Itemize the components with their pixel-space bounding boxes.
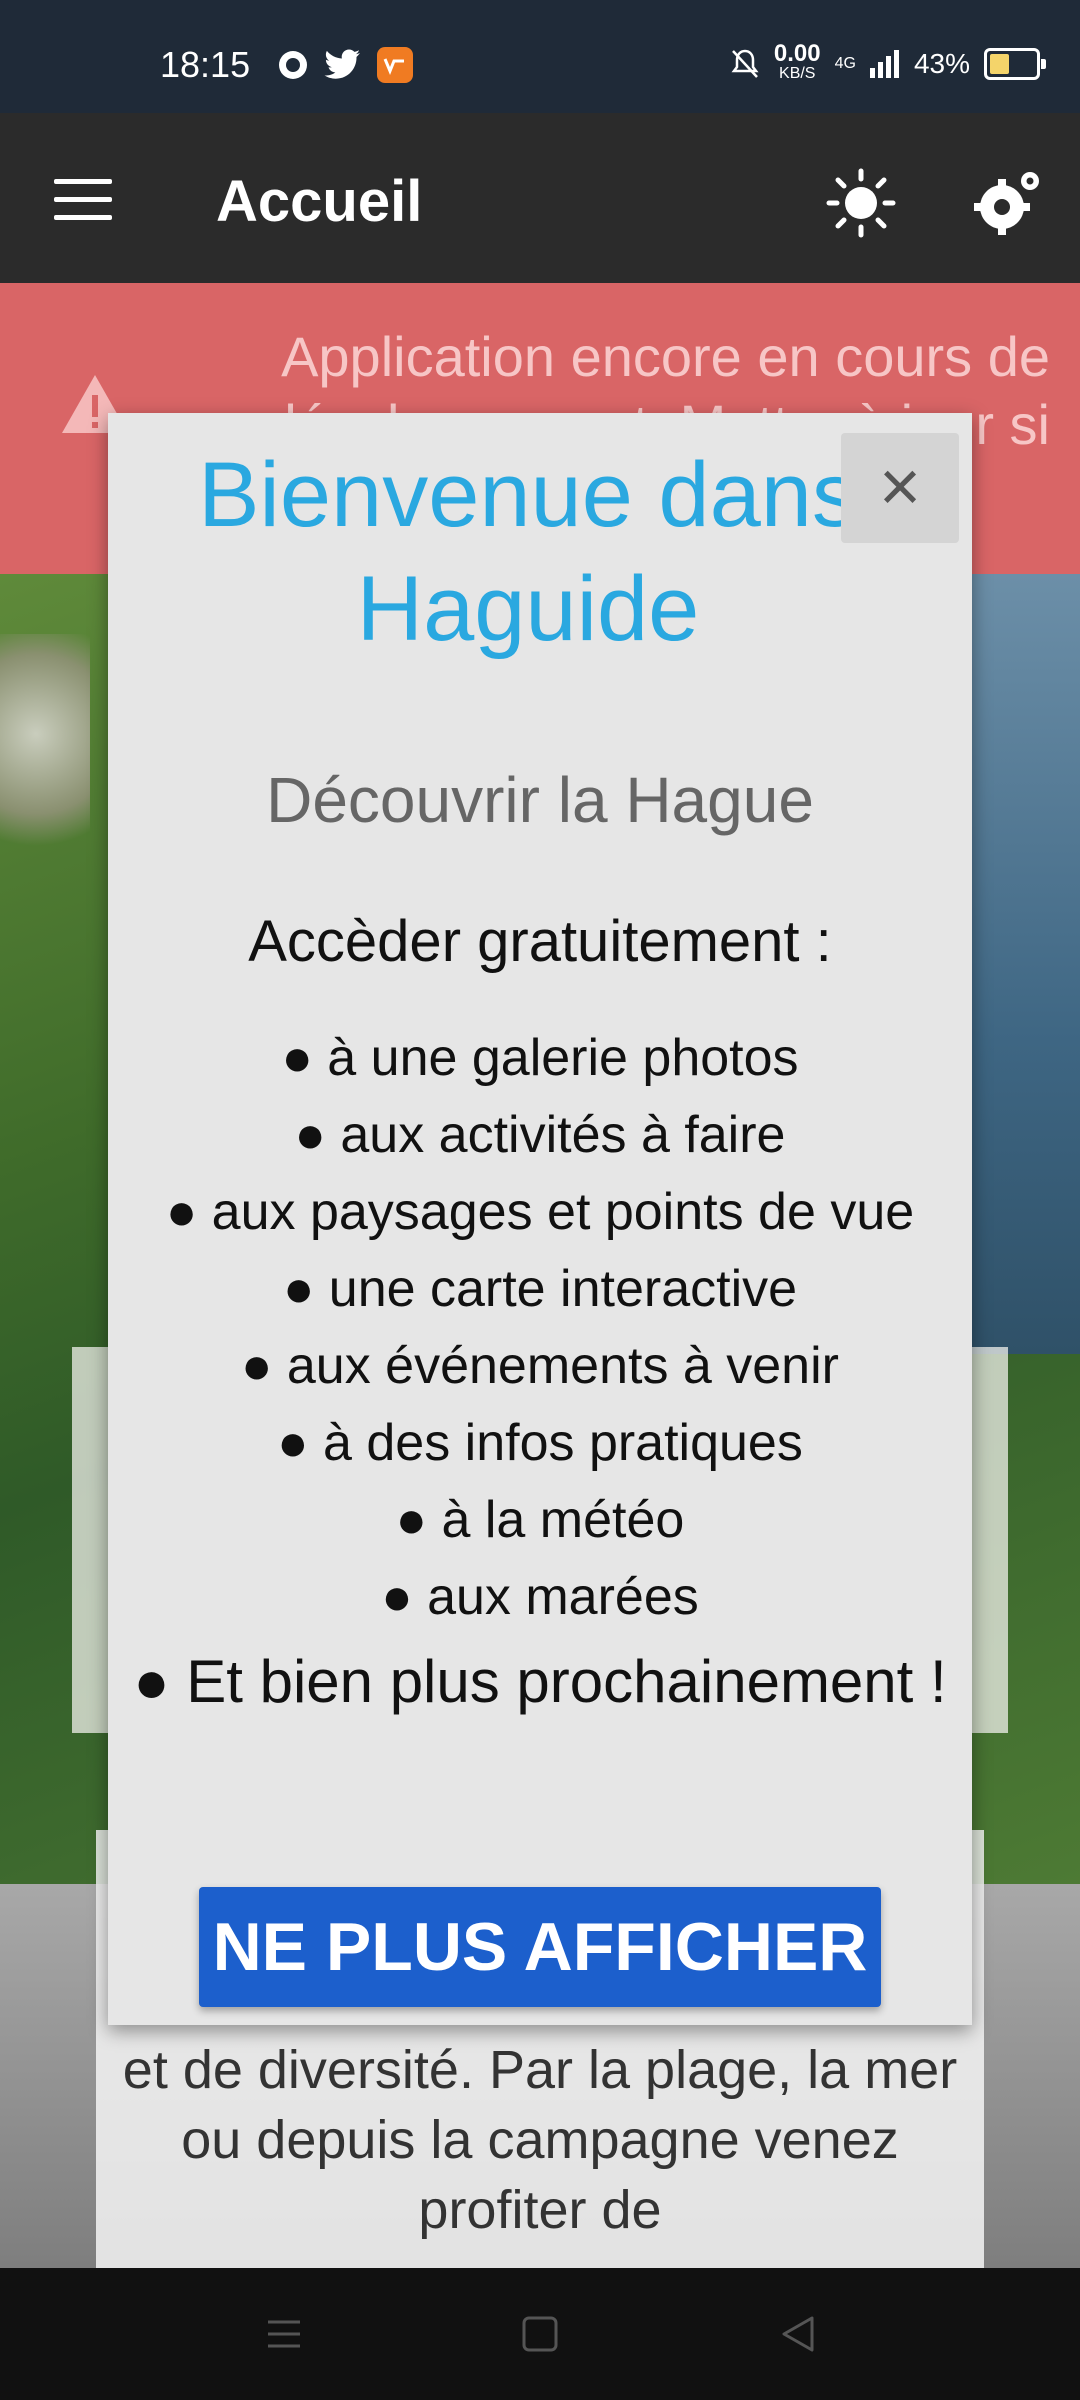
notification-app-icon (279, 51, 307, 79)
dont-show-again-button[interactable]: NE PLUS AFFICHER (199, 1887, 881, 2007)
close-button[interactable]: × (841, 433, 959, 543)
back-icon[interactable] (778, 2314, 818, 2354)
rocks-area (0, 634, 90, 884)
feature-item: ● aux marées (381, 1568, 699, 1626)
feature-item: ● à une galerie photos (281, 1029, 799, 1087)
dialog-intro: Accèder gratuitement : (248, 909, 832, 974)
feature-item: ● aux paysages et points de vue (165, 1183, 915, 1241)
feature-item: ● aux activités à faire (294, 1106, 786, 1164)
battery-icon (984, 48, 1046, 80)
system-icons: 0.00 KB/S 4G 43% (730, 40, 1046, 84)
net-speed: 0.00 KB/S (773, 40, 821, 84)
silent-bell-icon (731, 49, 759, 78)
net-speed-value: 0.00 (773, 40, 821, 67)
feature-item: ● aux événements à venir (241, 1337, 839, 1395)
net-speed-unit: KB/S (779, 65, 816, 82)
recents-icon[interactable] (264, 2314, 304, 2354)
network-type: 4G (834, 55, 856, 72)
app-icon (377, 47, 413, 83)
app-bar: Accueil (0, 113, 1080, 283)
signal-icon (869, 50, 899, 78)
home-icon[interactable] (520, 2314, 560, 2354)
sun-icon[interactable] (826, 168, 896, 238)
system-nav-bar (0, 2268, 1080, 2400)
battery-percent: 43% (913, 48, 970, 79)
menu-icon[interactable] (54, 179, 112, 221)
status-time: 18:15 (160, 44, 251, 85)
notification-icons (276, 46, 414, 84)
status-bar: 18:15 0.00 KB/S 4G 43% (0, 0, 1080, 113)
gear-icon[interactable] (970, 165, 1046, 241)
feature-more: ● Et bien plus prochainement ! (133, 1648, 947, 1715)
feature-list: ● à une galerie photos ● aux activités à… (108, 1020, 972, 1722)
welcome-dialog: Bienvenue dans Haguide × Découvrir la Ha… (108, 413, 972, 2025)
dialog-title: Bienvenue dans Haguide (198, 444, 858, 660)
feature-item: ● une carte interactive (282, 1260, 798, 1318)
twitter-icon (324, 49, 360, 79)
dialog-subtitle: Découvrir la Hague (266, 764, 814, 836)
feature-item: ● à la météo (395, 1491, 685, 1549)
feature-item: ● à des infos pratiques (277, 1414, 803, 1472)
page-title: Accueil (216, 169, 423, 234)
battery-fill (990, 54, 1009, 74)
